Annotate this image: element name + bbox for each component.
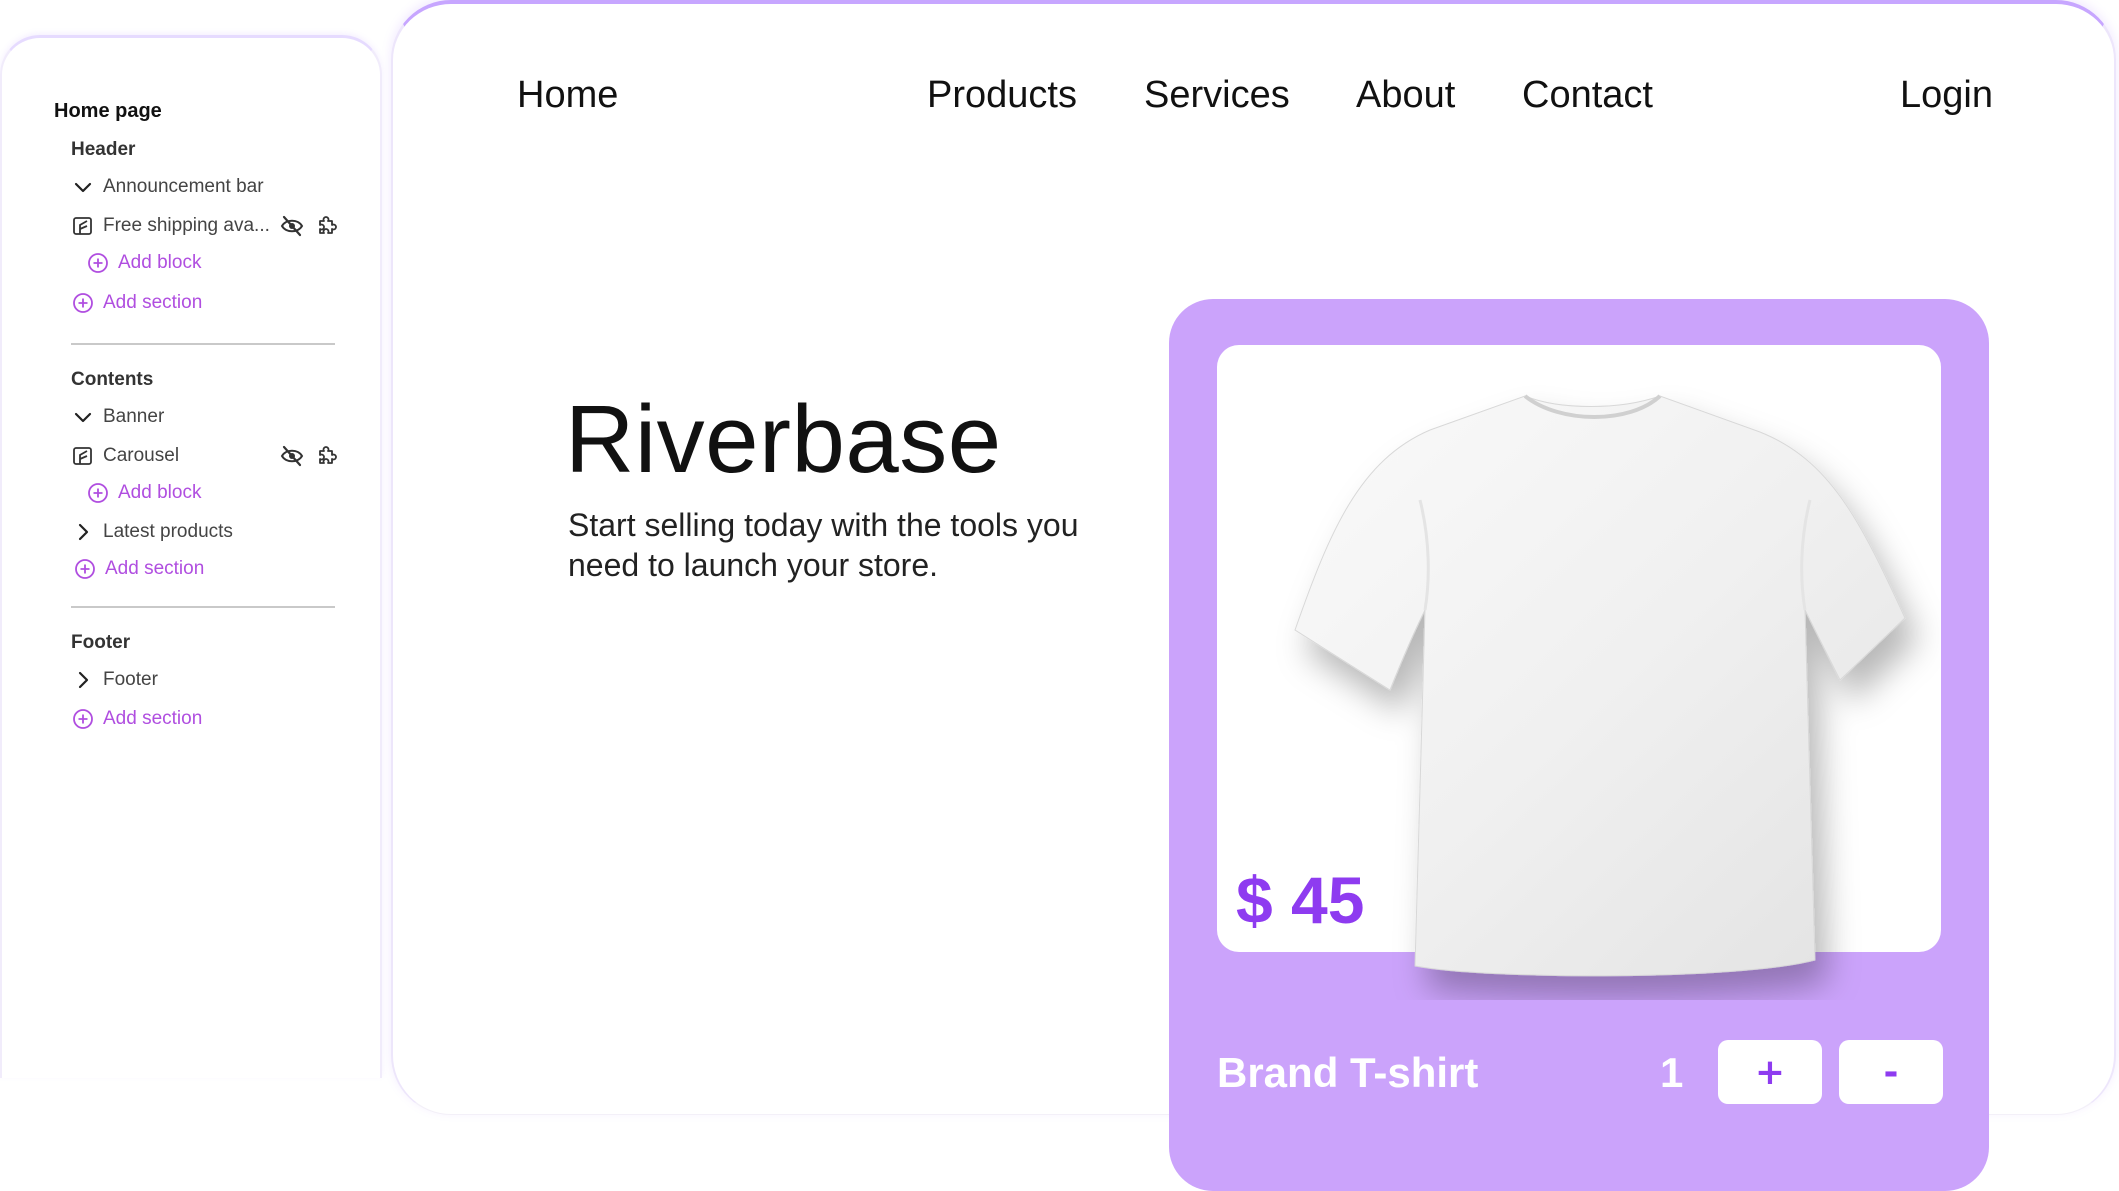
plus-circle-icon [86, 481, 110, 505]
quantity-value: 1 [1660, 1049, 1684, 1096]
tree-item-free-shipping[interactable]: Free shipping ava... [71, 213, 270, 239]
tree-item-footer[interactable]: Footer [71, 667, 158, 693]
puzzle-icon[interactable] [314, 214, 338, 243]
product-price: $ 45 [1236, 863, 1365, 937]
chevron-right-icon [71, 520, 95, 544]
tree-item-label: Carousel [103, 445, 180, 466]
tree-item-announcement-bar[interactable]: Announcement bar [71, 174, 264, 200]
add-section-label: Add section [103, 708, 203, 729]
block-icon [71, 444, 95, 468]
group-header-label: Header [71, 139, 136, 160]
tree-item-carousel[interactable]: Carousel [71, 443, 179, 469]
add-block-button[interactable]: Add block [86, 480, 201, 506]
nav-services-link[interactable]: Services [1144, 74, 1290, 117]
add-section-button[interactable]: Add section [73, 556, 204, 582]
plus-circle-icon [71, 291, 95, 315]
increase-quantity-button[interactable]: + [1718, 1040, 1822, 1104]
nav-contact-link[interactable]: Contact [1522, 74, 1653, 117]
sidebar-title: Home page [54, 100, 162, 122]
tree-item-label: Announcement bar [103, 176, 264, 197]
plus-circle-icon [73, 557, 97, 581]
nav-products-link[interactable]: Products [927, 74, 1077, 117]
decrease-quantity-button[interactable]: - [1839, 1040, 1943, 1104]
chevron-right-icon [71, 668, 95, 692]
group-footer-label: Footer [71, 632, 131, 653]
nav-home-link[interactable]: Home [517, 74, 618, 117]
divider [71, 343, 335, 345]
add-block-button[interactable]: Add block [86, 250, 201, 276]
add-section-button[interactable]: Add section [71, 290, 202, 316]
add-block-label: Add block [118, 252, 202, 273]
plus-circle-icon [71, 707, 95, 731]
add-section-button[interactable]: Add section [71, 706, 202, 732]
add-block-label: Add block [118, 482, 202, 503]
add-section-label: Add section [105, 558, 205, 579]
sidebar-panel: Home page Header Announcement bar Free s… [0, 35, 382, 1078]
eye-off-icon[interactable] [280, 215, 304, 242]
plus-circle-icon [86, 251, 110, 275]
tree-item-banner[interactable]: Banner [71, 404, 164, 430]
chevron-down-icon [71, 175, 95, 199]
add-section-label: Add section [103, 292, 203, 313]
tree-item-label: Footer [103, 669, 158, 690]
tree-item-label: Free shipping ava... [103, 215, 270, 236]
block-icon [71, 214, 95, 238]
hero-title: Riverbase [565, 386, 1002, 493]
chevron-down-icon [71, 405, 95, 429]
group-contents-label: Contents [71, 369, 154, 390]
tree-item-label: Latest products [103, 521, 233, 542]
divider [71, 606, 335, 608]
tree-item-latest-products[interactable]: Latest products [71, 519, 233, 545]
nav-login-link[interactable]: Login [1900, 74, 1993, 117]
puzzle-icon[interactable] [314, 444, 338, 473]
block-actions [280, 214, 338, 243]
tree-item-label: Banner [103, 406, 165, 427]
product-name: Brand T-shirt [1217, 1049, 1479, 1096]
block-actions [280, 444, 338, 473]
nav-about-link[interactable]: About [1356, 74, 1455, 117]
eye-off-icon[interactable] [280, 445, 304, 472]
hero-subtitle: Start selling today with the tools you n… [568, 507, 1079, 583]
